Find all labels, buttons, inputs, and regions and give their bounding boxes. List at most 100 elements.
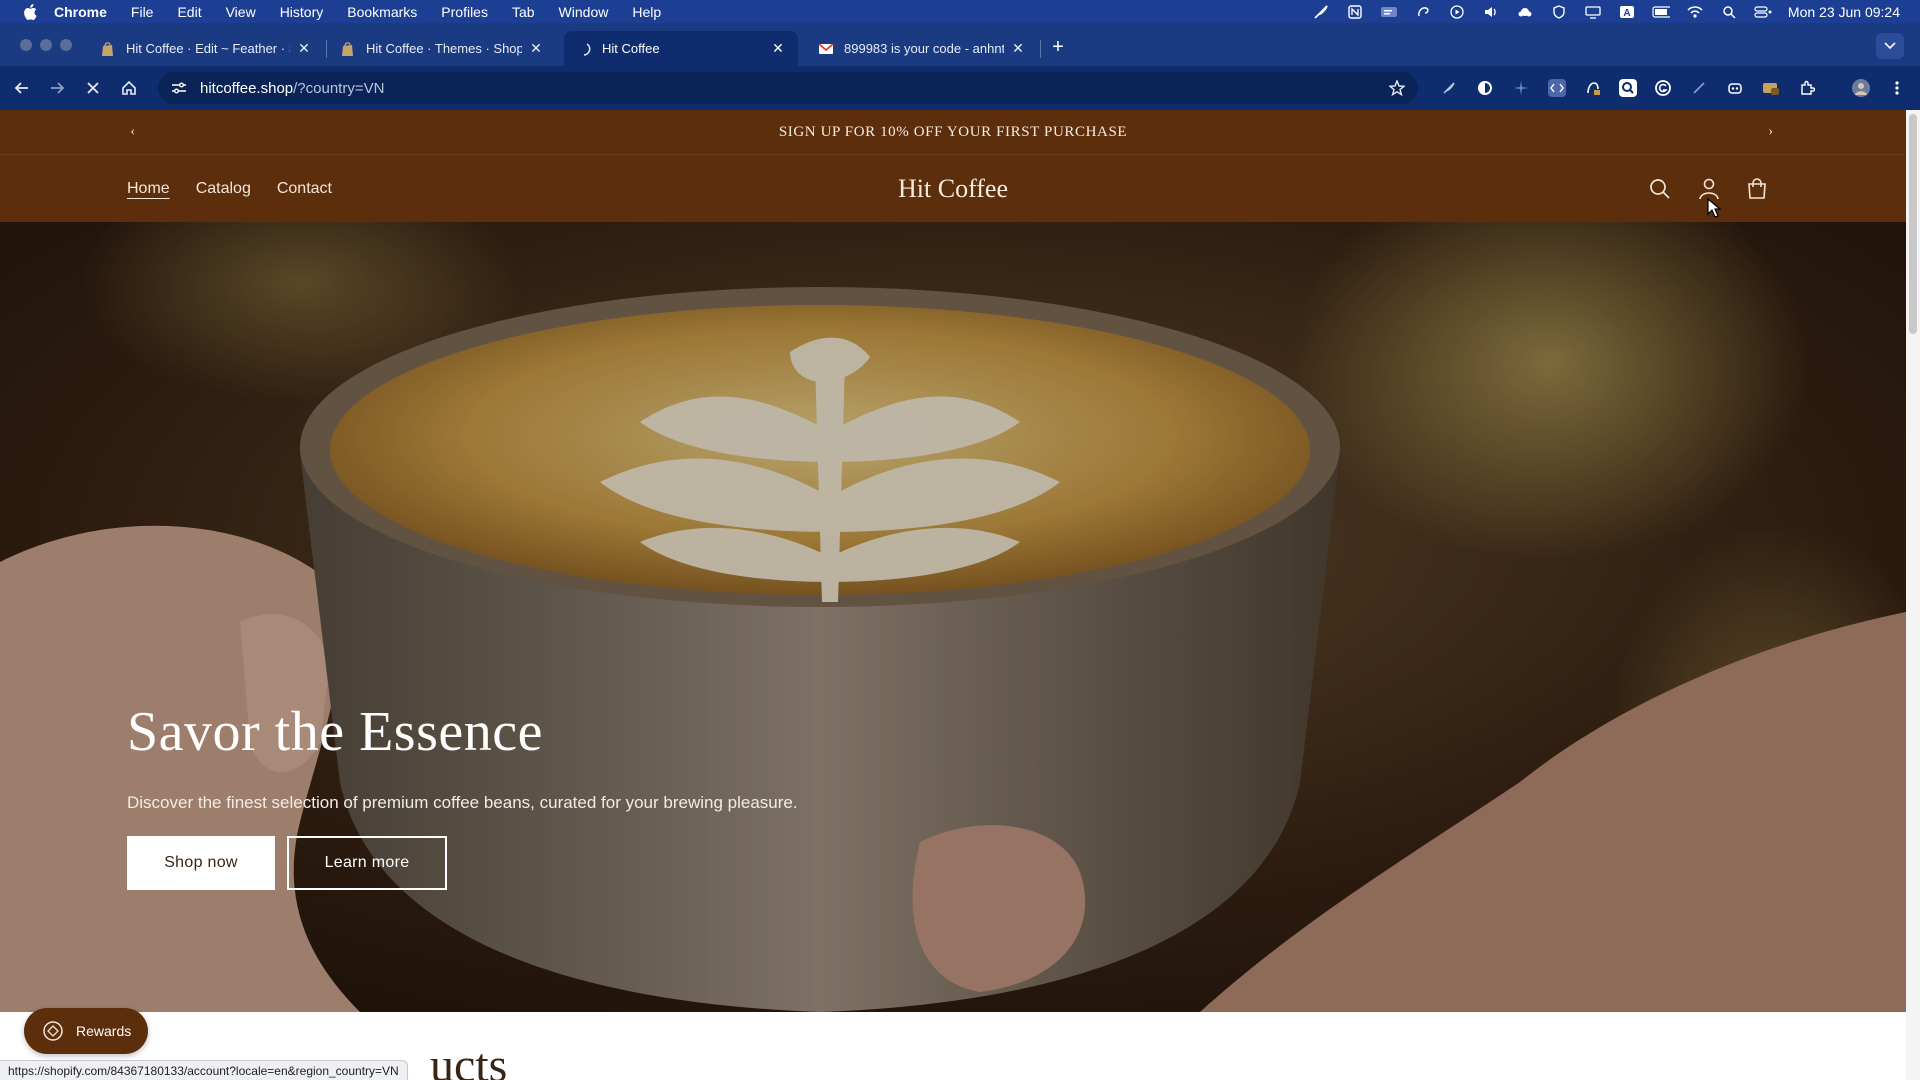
forward-button[interactable] [45,76,69,100]
menu-edit[interactable]: Edit [177,4,201,20]
search-icon[interactable] [1648,177,1672,201]
tab-shopify-themes[interactable]: Hit Coffee · Themes · Shopify ✕ [328,31,556,66]
cloud-icon[interactable] [1516,5,1534,19]
extension-circle-icon[interactable] [1476,79,1494,97]
volume-icon[interactable] [1482,5,1500,19]
latte-cup-photo [0,222,1906,1012]
hero-description: Discover the finest selection of premium… [127,792,798,812]
tab-title: Hit Coffee · Edit ~ Feather · Sh [126,41,290,56]
chrome-menu-icon[interactable] [1888,79,1906,97]
keyboard-a-icon[interactable]: A [1618,5,1636,19]
nav-contact[interactable]: Contact [277,180,332,198]
notion-icon[interactable] [1346,4,1364,19]
browser-toolbar: hitcoffee.shop/?country=VN [0,66,1920,110]
menu-profiles[interactable]: Profiles [441,4,488,20]
stop-loading-button[interactable] [81,76,105,100]
menu-file[interactable]: File [131,4,154,20]
new-tab-button[interactable]: + [1046,35,1070,59]
tab-hit-coffee-active[interactable]: Hit Coffee ✕ [564,31,798,66]
extension-wallet-icon[interactable] [1762,79,1780,97]
minimize-window-button[interactable] [40,39,52,51]
announcement-bar: ‹ SIGN UP FOR 10% OFF YOUR FIRST PURCHAS… [0,110,1906,155]
shield-icon[interactable] [1550,4,1568,19]
link-status-bubble: https://shopify.com/84367180133/account?… [0,1060,408,1080]
apple-logo-icon[interactable] [20,0,40,23]
site-logo[interactable]: Hit Coffee [898,174,1008,204]
extension-search-icon[interactable] [1619,79,1637,97]
rewards-label: Rewards [76,1023,132,1039]
tab-title: 899983 is your code - anhntt [844,41,1004,56]
address-bar[interactable]: hitcoffee.shop/?country=VN [158,72,1418,104]
spotlight-icon[interactable] [1720,5,1738,19]
mouse-cursor-icon [1707,198,1721,218]
section-heading-partial: ucts [430,1039,508,1080]
home-button[interactable] [117,76,141,100]
extension-sparkle-icon[interactable] [1512,79,1530,97]
extension-grammarly-icon[interactable] [1654,79,1672,97]
menu-history[interactable]: History [280,4,324,20]
wifi-icon[interactable] [1686,5,1704,19]
edge-icon[interactable] [1414,5,1432,19]
shop-now-button[interactable]: Shop now [127,835,275,890]
announcement-text[interactable]: SIGN UP FOR 10% OFF YOUR FIRST PURCHASE [779,124,1127,141]
macos-menubar: Chrome File Edit View History Bookmarks … [0,0,1920,23]
bookmark-star-icon[interactable] [1388,79,1406,97]
gmail-icon [818,41,834,57]
hero-title: Savor the Essence [127,701,543,763]
profile-avatar[interactable] [1852,79,1870,97]
browser-tab-strip: Hit Coffee · Edit ~ Feather · Sh ✕ Hit C… [0,23,1920,66]
tab-title: Hit Coffee · Themes · Shopify [366,41,522,56]
page-viewport: ‹ SIGN UP FOR 10% OFF YOUR FIRST PURCHAS… [0,110,1906,1080]
loading-icon [576,41,592,57]
learn-more-button[interactable]: Learn more [287,835,447,890]
svg-text:A: A [1623,8,1630,19]
rewards-icon [42,1020,64,1042]
rewards-launcher[interactable]: Rewards [24,1008,148,1054]
battery-icon[interactable] [1652,5,1670,19]
back-button[interactable] [10,76,34,100]
close-tab-icon[interactable]: ✕ [1010,40,1026,57]
feather-icon[interactable] [1312,4,1330,19]
cart-icon[interactable] [1745,177,1769,201]
page-scrollbar[interactable] [1906,110,1920,1080]
play-icon[interactable] [1448,4,1466,19]
menu-window[interactable]: Window [559,4,609,20]
menu-tab[interactable]: Tab [512,4,535,20]
close-window-button[interactable] [20,39,32,51]
tab-gmail-code[interactable]: 899983 is your code - anhntt ✕ [806,31,1038,66]
url-path: /?country=VN [293,79,385,97]
close-tab-icon[interactable]: ✕ [770,40,786,57]
extension-pen-icon[interactable] [1690,79,1708,97]
site-header: Hit Coffee Home Catalog Contact [0,155,1906,222]
menu-app-name[interactable]: Chrome [54,4,107,20]
menu-bookmarks[interactable]: Bookmarks [347,4,417,20]
menu-help[interactable]: Help [632,4,661,20]
shopify-icon [100,41,116,57]
window-controls [20,39,72,51]
menu-view[interactable]: View [226,4,256,20]
scrollbar-thumb[interactable] [1909,114,1917,334]
nav-catalog[interactable]: Catalog [196,180,251,198]
nav-home[interactable]: Home [127,180,170,198]
close-tab-icon[interactable]: ✕ [296,40,312,57]
extension-feather-icon[interactable] [1440,79,1458,97]
hero-banner: Savor the Essence Discover the finest se… [0,222,1906,1012]
tab-shopify-edit[interactable]: Hit Coffee · Edit ~ Feather · Sh ✕ [88,31,324,66]
chevron-left-icon[interactable]: ‹ [124,123,142,141]
extension-robot-icon[interactable] [1726,79,1744,97]
close-tab-icon[interactable]: ✕ [528,40,544,57]
main-nav: Home Catalog Contact [127,155,332,222]
extensions-puzzle-icon[interactable] [1798,79,1816,97]
zoom-window-button[interactable] [60,39,72,51]
screen-icon[interactable] [1380,5,1398,19]
tab-title: Hit Coffee [602,41,660,56]
display-icon[interactable] [1584,5,1602,19]
tab-search-button[interactable] [1876,33,1904,59]
menubar-clock[interactable]: Mon 23 Jun 09:24 [1788,4,1900,20]
chevron-right-icon[interactable]: › [1762,123,1780,141]
extension-code-icon[interactable] [1548,79,1566,97]
extension-lock-icon[interactable] [1584,79,1602,97]
site-settings-icon[interactable] [170,79,188,97]
control-center-icon[interactable] [1754,5,1772,19]
hero-content: Savor the Essence Discover the finest se… [127,701,827,890]
